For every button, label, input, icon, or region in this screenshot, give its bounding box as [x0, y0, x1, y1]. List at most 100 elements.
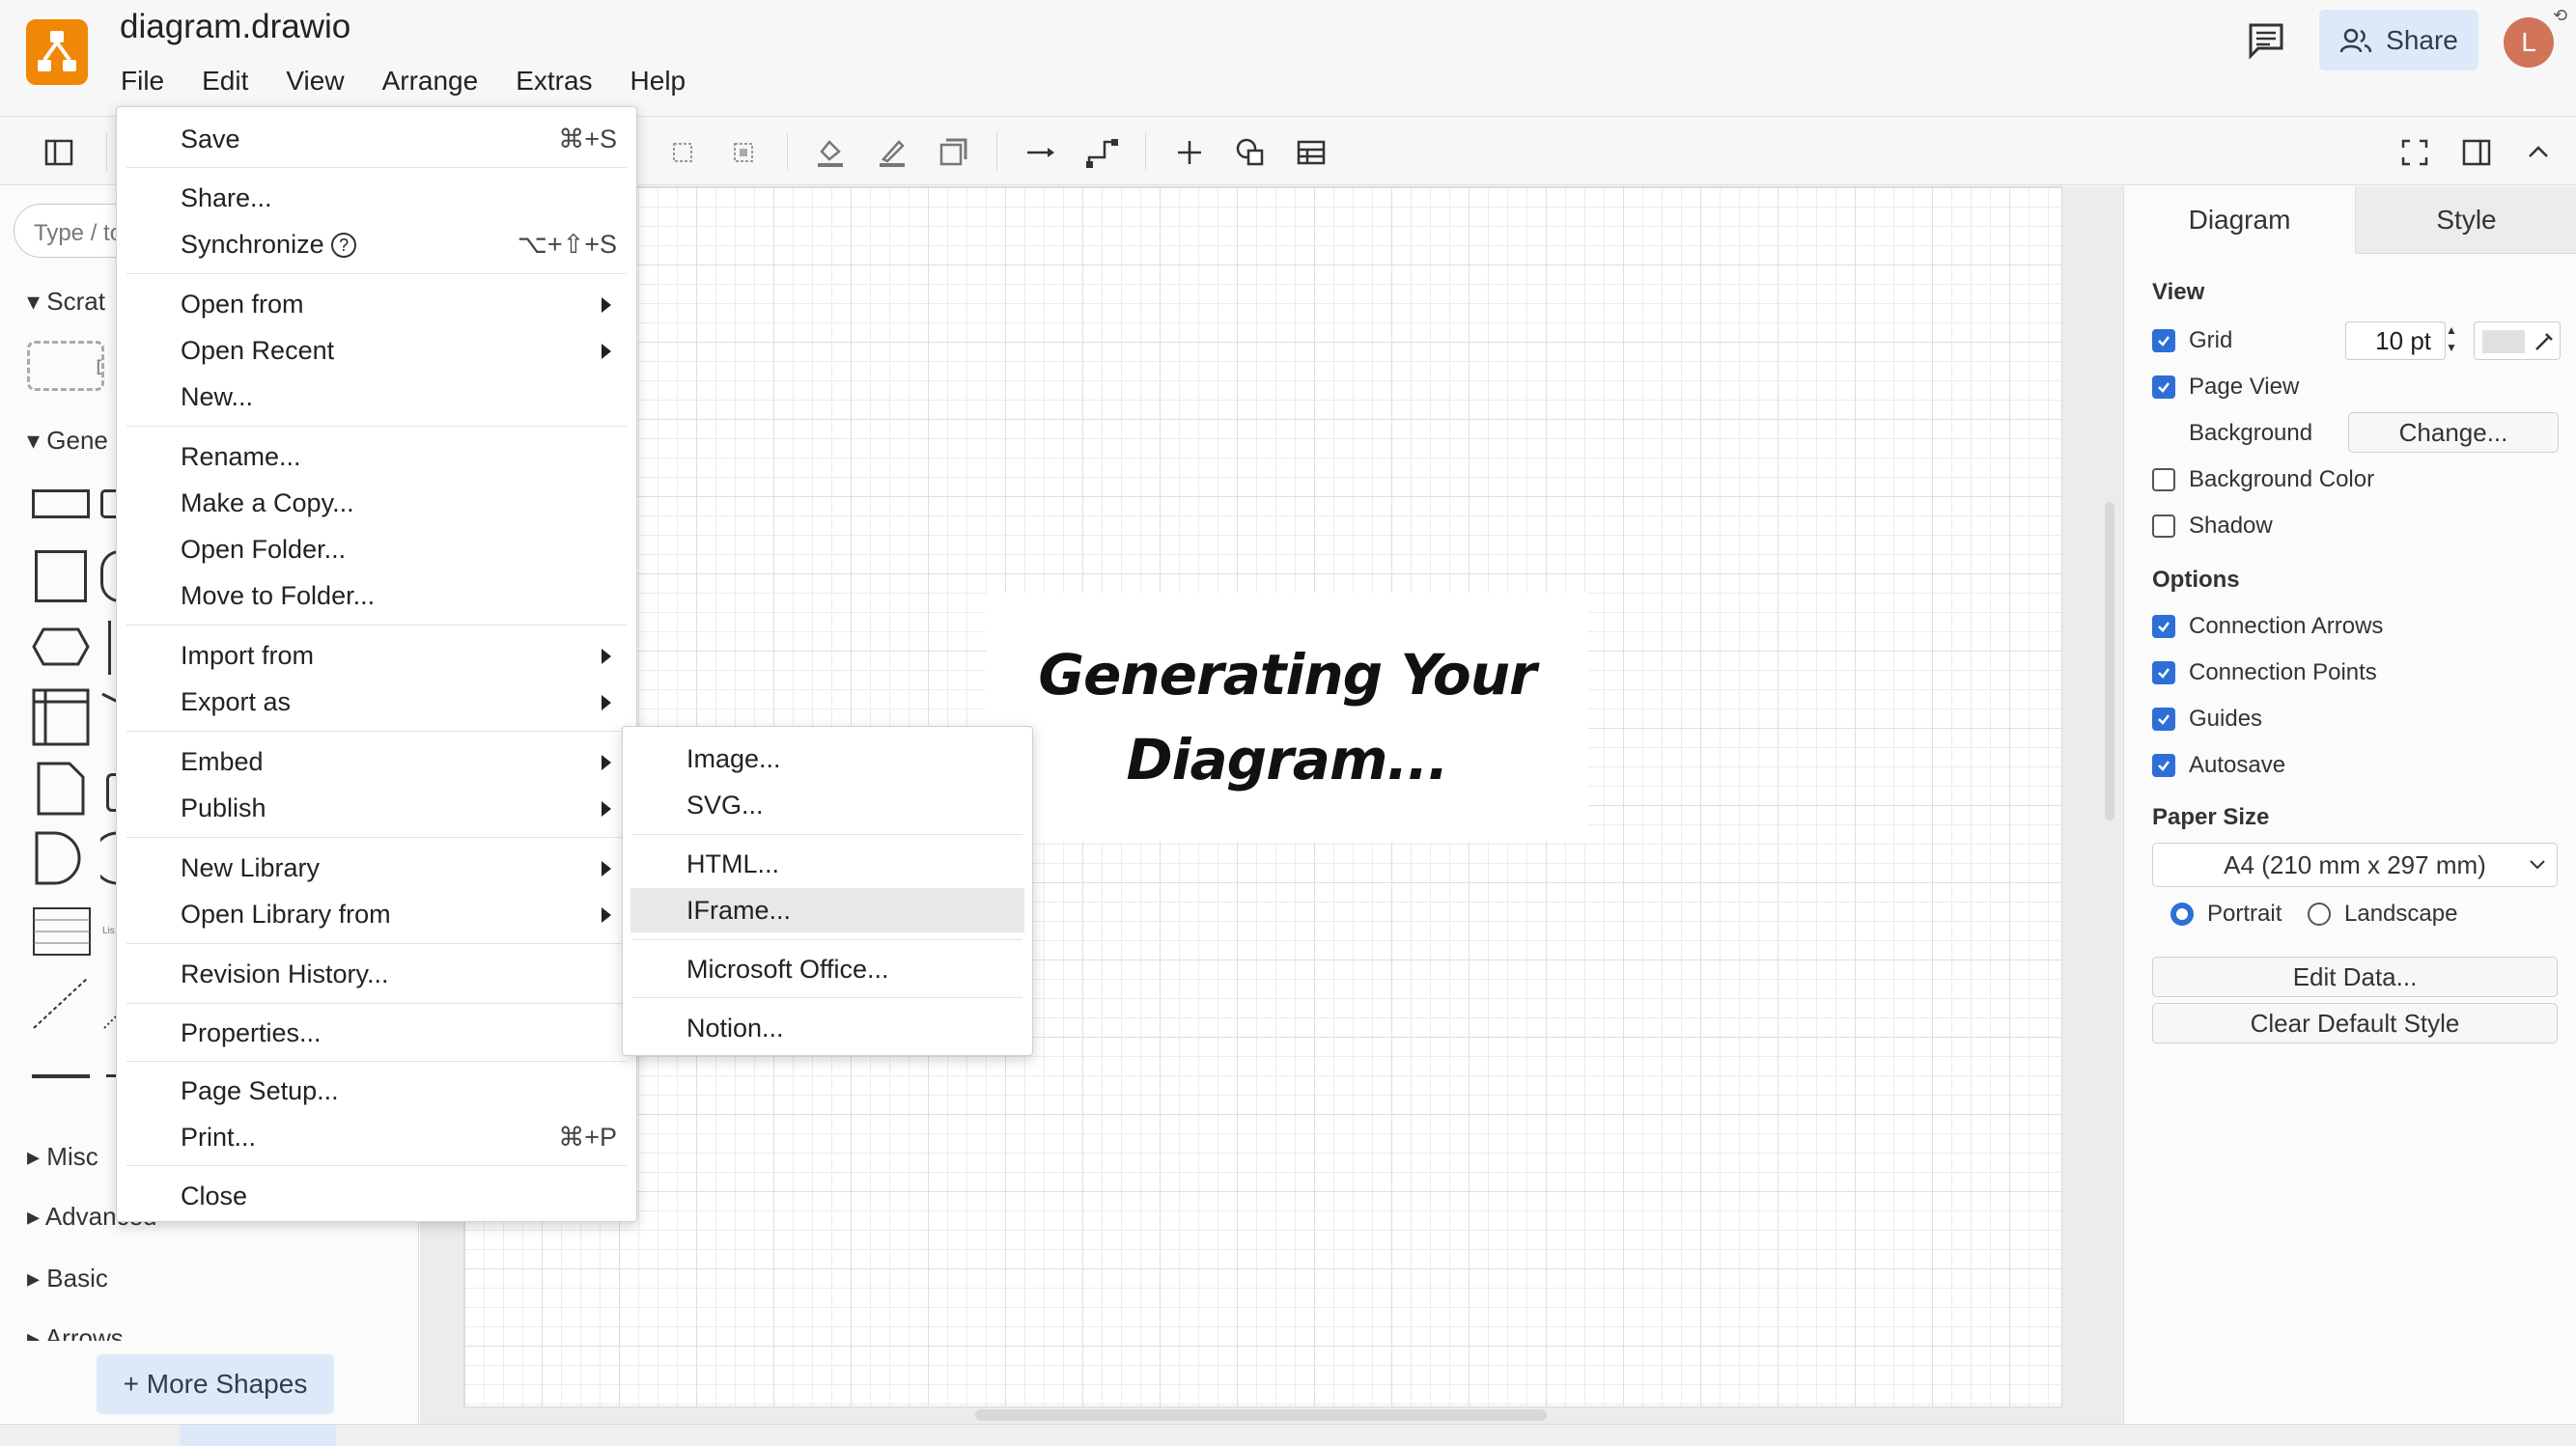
format-panel-toggle-icon[interactable] — [42, 136, 75, 169]
comments-icon[interactable] — [2247, 21, 2285, 65]
solid-line-shape[interactable] — [32, 1074, 90, 1078]
menu-item-embed-image[interactable]: Image... — [623, 737, 1032, 781]
misc-section[interactable]: ▸ Misc — [27, 1142, 98, 1172]
menu-item-embed-microsoft-office[interactable]: Microsoft Office... — [623, 947, 1032, 991]
share-button[interactable]: Share — [2319, 10, 2478, 70]
grid-size-input[interactable]: 10 pt — [2345, 321, 2446, 360]
menu-item-synchronize[interactable]: Synchronize ? ⌥+⇧+S — [117, 222, 636, 266]
shadow-checkbox[interactable]: Shadow — [2152, 513, 2273, 540]
tab-style[interactable]: Style — [2356, 186, 2576, 254]
page-tab-active[interactable] — [180, 1425, 336, 1446]
menu-item-new-library[interactable]: New Library — [117, 846, 636, 890]
waypoints-icon[interactable] — [1085, 136, 1118, 169]
menu-item-make-copy[interactable]: Make a Copy... — [117, 481, 636, 525]
square-shape[interactable] — [35, 550, 87, 602]
to-back-icon[interactable] — [727, 136, 760, 169]
connection-arrows-checkbox[interactable]: Connection Arrows — [2152, 613, 2383, 640]
landscape-radio[interactable]: Landscape — [2308, 901, 2457, 928]
menu-item-share[interactable]: Share... — [117, 176, 636, 220]
paper-size-select[interactable]: A4 (210 mm x 297 mm) — [2152, 843, 2558, 887]
container-shape[interactable] — [32, 688, 90, 746]
dashed-line-shape[interactable] — [32, 976, 90, 1030]
document-title[interactable]: diagram.drawio — [120, 8, 350, 46]
menu-item-open-folder[interactable]: Open Folder... — [117, 527, 636, 571]
background-color-checkbox[interactable]: Background Color — [2152, 466, 2374, 493]
line-color-icon[interactable] — [876, 136, 909, 169]
fullscreen-icon[interactable] — [2398, 136, 2431, 169]
table-icon[interactable] — [1295, 136, 1328, 169]
drawio-logo-icon[interactable] — [26, 19, 88, 85]
menu-item-import-from[interactable]: Import from — [117, 633, 636, 678]
to-front-icon[interactable] — [666, 136, 699, 169]
menu-item-open-recent[interactable]: Open Recent — [117, 328, 636, 373]
grid-size-stepper[interactable]: ▲ ▼ — [2446, 321, 2461, 360]
menu-item-embed-iframe[interactable]: IFrame... — [630, 888, 1024, 932]
scratchpad-drop-area[interactable]: Dr — [27, 341, 104, 391]
grid-color-picker[interactable] — [2474, 321, 2561, 360]
radio-unselected-icon — [2308, 903, 2331, 926]
document-shape[interactable] — [37, 762, 85, 816]
menu-item-publish[interactable]: Publish — [117, 786, 636, 830]
list-shape[interactable] — [32, 906, 92, 957]
change-background-button[interactable]: Change... — [2348, 412, 2559, 453]
grid-checkbox[interactable]: Grid — [2152, 327, 2232, 354]
menu-item-rename[interactable]: Rename... — [117, 434, 636, 479]
delay-shape[interactable] — [35, 831, 83, 885]
sync-badge-icon: ⟲ — [2553, 6, 2568, 25]
menu-edit[interactable]: Edit — [199, 64, 251, 98]
clear-default-style-button[interactable]: Clear Default Style — [2152, 1003, 2558, 1043]
checkbox-checked-icon — [2152, 708, 2175, 731]
menu-item-print[interactable]: Print... ⌘+P — [117, 1115, 636, 1159]
help-circle-icon[interactable]: ? — [331, 233, 357, 258]
scratchpad-section[interactable]: ▾ Scrat — [27, 287, 105, 317]
menu-item-open-library-from[interactable]: Open Library from — [117, 892, 636, 936]
menu-item-export-as[interactable]: Export as — [117, 680, 636, 724]
hexagon-shape[interactable] — [32, 626, 90, 667]
menu-item-move-to-folder[interactable]: Move to Folder... — [117, 573, 636, 618]
file-menu: Save ⌘+S Share... Synchronize ? ⌥+⇧+S Open… — [116, 106, 637, 1222]
shadow-icon[interactable] — [937, 136, 969, 169]
horizontal-scrollbar[interactable] — [975, 1409, 1547, 1421]
menu-item-new[interactable]: New... — [117, 375, 636, 419]
general-section[interactable]: ▾ Gene — [27, 426, 108, 456]
shapes-icon[interactable] — [1234, 136, 1267, 169]
basic-section[interactable]: ▸ Basic — [27, 1264, 108, 1293]
submenu-arrow-icon — [602, 755, 611, 770]
menu-help[interactable]: Help — [628, 64, 689, 98]
autosave-checkbox[interactable]: Autosave — [2152, 752, 2285, 779]
connection-points-checkbox[interactable]: Connection Points — [2152, 659, 2377, 686]
connection-straight-icon[interactable] — [1024, 136, 1057, 169]
arrows-section[interactable]: ▸ Arrows — [27, 1323, 124, 1341]
insert-plus-icon[interactable] — [1173, 136, 1206, 169]
vertical-scrollbar[interactable] — [2105, 502, 2114, 820]
checkbox-checked-icon — [2152, 661, 2175, 684]
menu-item-close[interactable]: Close — [117, 1174, 636, 1218]
collapse-chevron-up-icon[interactable] — [2522, 136, 2555, 169]
menu-item-embed-svg[interactable]: SVG... — [623, 783, 1032, 827]
menu-item-embed-html[interactable]: HTML... — [623, 842, 1032, 886]
menu-arrange[interactable]: Arrange — [379, 64, 482, 98]
edit-data-button[interactable]: Edit Data... — [2152, 957, 2558, 997]
page-view-checkbox[interactable]: Page View — [2152, 374, 2299, 401]
user-avatar[interactable]: L — [2504, 17, 2554, 68]
portrait-radio[interactable]: Portrait — [2170, 901, 2282, 928]
checkbox-checked-icon — [2152, 754, 2175, 777]
guides-checkbox[interactable]: Guides — [2152, 706, 2262, 733]
menu-item-revision-history[interactable]: Revision History... — [117, 952, 636, 996]
menu-file[interactable]: File — [118, 64, 167, 98]
list-item-shape[interactable]: Lis — [102, 926, 115, 936]
menu-extras[interactable]: Extras — [513, 64, 595, 98]
toggle-format-panel-icon[interactable] — [2460, 136, 2493, 169]
tab-diagram[interactable]: Diagram — [2124, 186, 2356, 254]
more-shapes-button[interactable]: + More Shapes — [97, 1354, 334, 1414]
menu-item-embed-notion[interactable]: Notion... — [623, 1006, 1032, 1050]
menu-view[interactable]: View — [283, 64, 347, 98]
menu-item-save[interactable]: Save ⌘+S — [117, 117, 636, 161]
menu-item-page-setup[interactable]: Page Setup... — [117, 1069, 636, 1113]
menu-item-embed[interactable]: Embed — [117, 739, 636, 784]
menu-item-open-from[interactable]: Open from — [117, 282, 636, 326]
users-icon — [2339, 28, 2372, 52]
fill-color-icon[interactable] — [814, 136, 847, 169]
menu-item-properties[interactable]: Properties... — [117, 1011, 636, 1055]
rectangle-shape[interactable] — [32, 489, 90, 518]
